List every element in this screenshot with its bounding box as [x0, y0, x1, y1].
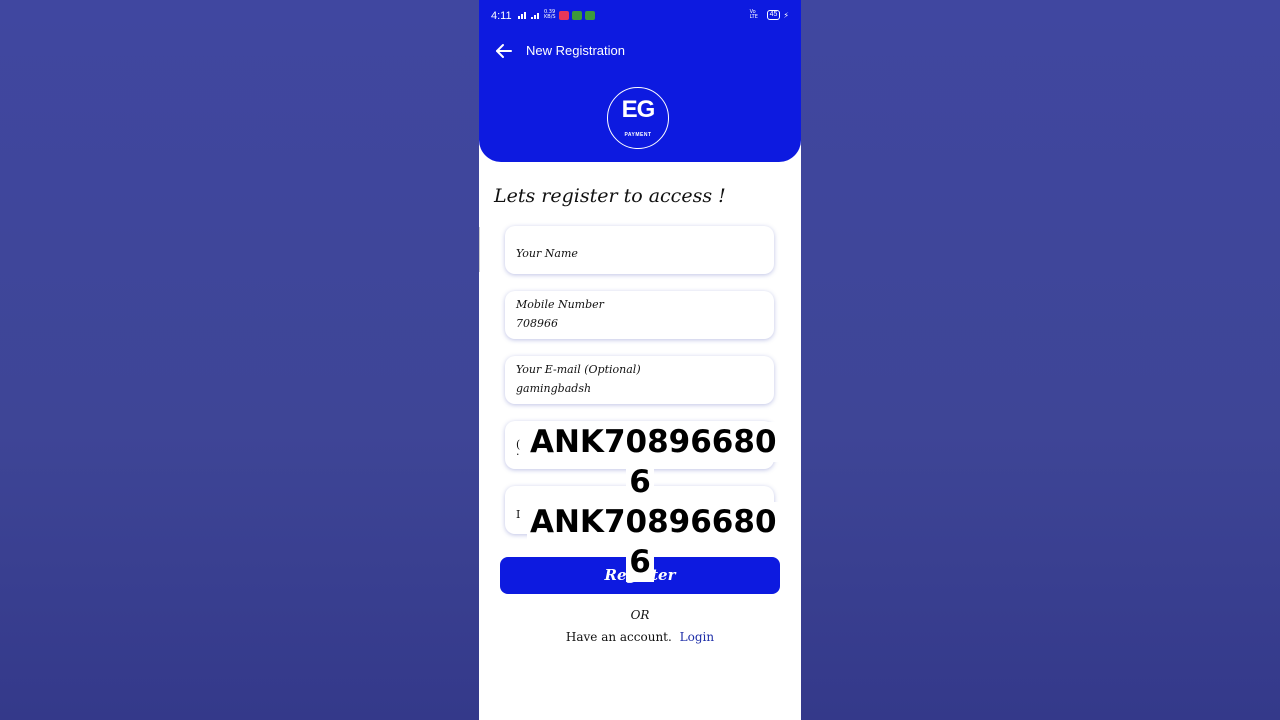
- form-heading: Lets register to access !: [494, 185, 726, 207]
- mobile-number-field[interactable]: Mobile Number 708966: [505, 291, 774, 339]
- status-left-icons: 0.39 KB/S: [518, 10, 595, 20]
- edge-divider: [479, 227, 480, 272]
- login-prompt: Have an account. Login: [479, 630, 801, 644]
- status-bar: 4:11 0.39 KB/S Vo LTE 45 ⚡: [479, 6, 801, 26]
- network-speed: 0.39 KB/S: [544, 10, 556, 20]
- notification-app-icon: [558, 10, 569, 20]
- email-field[interactable]: Your E-mail (Optional) gamingbadsh: [505, 356, 774, 404]
- eg-payment-logo: EG PAYMENT: [607, 87, 669, 149]
- mobile-number-label: Mobile Number: [516, 298, 604, 311]
- or-divider-text: OR: [630, 608, 650, 622]
- logo-letters: EG: [621, 96, 656, 123]
- visibility-toggle-icon[interactable]: [760, 443, 764, 451]
- network-speed-unit: KB/S: [544, 14, 556, 20]
- volte-label: Vo LTE: [749, 9, 758, 20]
- charging-icon: ⚡: [783, 10, 789, 20]
- email-label: Your E-mail (Optional): [516, 363, 641, 376]
- name-field-placeholder: Your Name: [516, 247, 578, 260]
- password-field[interactable]: ( ·: [505, 421, 774, 469]
- backdrop-right: [801, 0, 1280, 720]
- header-banner: 4:11 0.39 KB/S Vo LTE 45 ⚡ New Registrat…: [479, 0, 801, 162]
- backdrop-left: [0, 0, 479, 720]
- logo-subtitle: PAYMENT: [624, 132, 652, 138]
- name-field[interactable]: Your Name: [505, 226, 774, 274]
- password-value: ·: [516, 448, 520, 461]
- referral-label: I: [516, 508, 521, 521]
- have-account-text: Have an account.: [565, 630, 672, 644]
- battery-icon: 45: [766, 10, 781, 20]
- wifi-signal-icon: [531, 11, 541, 19]
- email-value: gamingbadsh: [516, 382, 592, 395]
- status-right-icons: Vo LTE 45 ⚡: [750, 10, 789, 20]
- signal-icon: [518, 11, 528, 19]
- phone-screen: 4:11 0.39 KB/S Vo LTE 45 ⚡ New Registrat…: [479, 0, 801, 720]
- referral-field[interactable]: I: [505, 486, 774, 534]
- login-link[interactable]: Login: [680, 630, 714, 644]
- notification-app-icon-3: [584, 10, 595, 20]
- register-button[interactable]: Register: [500, 557, 780, 594]
- mobile-number-value: 708966: [516, 317, 558, 330]
- notification-app-icon-2: [571, 10, 582, 20]
- page-title: New Registration: [526, 43, 625, 58]
- status-time: 4:11: [491, 10, 512, 22]
- back-arrow-icon[interactable]: [495, 42, 513, 60]
